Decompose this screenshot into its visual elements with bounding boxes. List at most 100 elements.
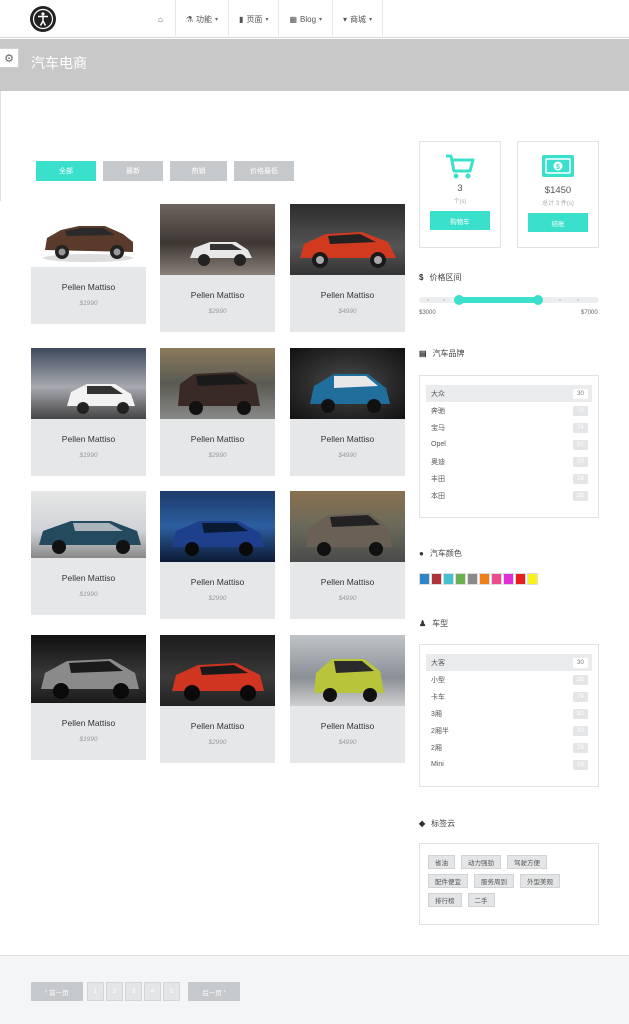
page-5-button[interactable]: 5 bbox=[163, 982, 180, 1001]
nav-blog[interactable]: ▦ Blog ▾ bbox=[278, 0, 332, 38]
nav-shop[interactable]: ▾ 商城 ▾ bbox=[332, 0, 384, 38]
product-card[interactable]: Pellen Mattiso $2990 bbox=[160, 204, 275, 332]
product-info: Pellen Mattiso $4990 bbox=[290, 706, 405, 763]
tag[interactable]: 省油 bbox=[428, 855, 455, 869]
tag[interactable]: 服务周到 bbox=[474, 874, 514, 888]
tag[interactable]: 二手 bbox=[467, 893, 495, 907]
product-card[interactable]: Pellen Mattiso $2990 bbox=[160, 348, 275, 476]
slider-tick bbox=[577, 299, 579, 301]
body-type-item[interactable]: Mini 28 bbox=[426, 756, 592, 773]
view-cart-button[interactable]: 购物车 bbox=[430, 211, 490, 230]
product-price: $1990 bbox=[79, 300, 98, 307]
body-type-item[interactable]: 2厢半 20 bbox=[426, 722, 592, 739]
slider-selected-range bbox=[458, 297, 538, 303]
color-swatch[interactable] bbox=[479, 573, 490, 585]
product-card[interactable]: Pellen Mattiso $1990 bbox=[31, 491, 146, 615]
color-swatch[interactable] bbox=[467, 573, 478, 585]
product-card[interactable]: Pellen Mattiso $4990 bbox=[290, 491, 405, 619]
brand-item[interactable]: 本田 28 bbox=[426, 487, 592, 504]
color-heading: ● 汽车颜色 bbox=[419, 548, 462, 559]
body-type-count: 82 bbox=[573, 708, 588, 719]
body-type-list: 大客 30 小型 28 卡车 74 3厢 82 2厢半 20 2厢 28 Mini 28 bbox=[419, 644, 599, 787]
tag[interactable]: 排行榜 bbox=[428, 893, 462, 907]
page-2-button[interactable]: 2 bbox=[106, 982, 123, 1001]
product-price: $4990 bbox=[338, 308, 357, 315]
prev-page-button[interactable]: ‹ 前一页 bbox=[31, 982, 83, 1001]
color-swatch[interactable] bbox=[419, 573, 430, 585]
divider bbox=[0, 91, 1, 201]
brand-label: 大众 bbox=[431, 390, 445, 398]
body-type-item[interactable]: 2厢 28 bbox=[426, 739, 592, 756]
slider-min-handle[interactable] bbox=[453, 295, 464, 305]
product-card[interactable]: Pellen Mattiso $4990 bbox=[290, 635, 405, 763]
car-photo bbox=[31, 491, 146, 558]
filter-newest-button[interactable]: 最新 bbox=[103, 161, 163, 181]
tag[interactable]: 配件便宜 bbox=[428, 874, 468, 888]
body-type-item[interactable]: 卡车 74 bbox=[426, 688, 592, 705]
cart-count-unit: 个(s) bbox=[453, 199, 467, 205]
product-card[interactable]: Pellen Mattiso $1990 bbox=[31, 204, 146, 324]
page-3-button[interactable]: 3 bbox=[125, 982, 142, 1001]
product-card[interactable]: Pellen Mattiso $1990 bbox=[31, 635, 146, 760]
color-swatch[interactable] bbox=[455, 573, 466, 585]
brand-item[interactable]: 丰田 28 bbox=[426, 470, 592, 487]
cart-total-note: 总计 3 件(s) bbox=[542, 201, 574, 207]
settings-gear-icon[interactable]: ⚙ bbox=[0, 48, 19, 68]
body-type-item[interactable]: 大客 30 bbox=[426, 654, 592, 671]
page-1-button[interactable]: 1 bbox=[87, 982, 104, 1001]
car-photo bbox=[31, 204, 146, 267]
filter-hot-button[interactable]: 热销 bbox=[170, 161, 227, 181]
color-swatch[interactable] bbox=[443, 573, 454, 585]
tag-row: 配件便宜 服务周到 外型美观 bbox=[428, 874, 590, 888]
color-swatch[interactable] bbox=[503, 573, 514, 585]
color-swatch[interactable] bbox=[491, 573, 502, 585]
body-type-label: 小型 bbox=[431, 676, 445, 684]
accessibility-logo-icon[interactable] bbox=[30, 6, 56, 32]
body-type-count: 28 bbox=[573, 674, 588, 685]
nav-home[interactable]: ⌂ bbox=[148, 0, 175, 38]
body-type-label: 卡车 bbox=[431, 693, 445, 701]
slider-max-handle[interactable] bbox=[532, 295, 543, 305]
brand-label: 丰田 bbox=[431, 475, 445, 483]
product-info: Pellen Mattiso $1990 bbox=[31, 267, 146, 324]
checkout-button[interactable]: 结账 bbox=[528, 213, 588, 232]
body-type-item[interactable]: 小型 28 bbox=[426, 671, 592, 688]
color-swatch[interactable] bbox=[431, 573, 442, 585]
nav-features[interactable]: ⚗ 功能 ▾ bbox=[174, 0, 228, 38]
brand-item[interactable]: 奔驰 70 bbox=[426, 402, 592, 419]
tag[interactable]: 动力强劲 bbox=[461, 855, 501, 869]
brand-item[interactable]: Opel 82 bbox=[426, 436, 592, 453]
next-page-button[interactable]: 后一页 › bbox=[188, 982, 240, 1001]
product-price: $2990 bbox=[208, 739, 227, 746]
body-type-label: 2厢半 bbox=[431, 727, 449, 735]
page-4-button[interactable]: 4 bbox=[144, 982, 161, 1001]
color-swatch[interactable] bbox=[527, 573, 538, 585]
price-range-slider[interactable] bbox=[419, 295, 599, 305]
brand-count: 20 bbox=[573, 456, 588, 467]
product-name: Pellen Mattiso bbox=[61, 282, 116, 292]
tag[interactable]: 驾驶方便 bbox=[507, 855, 547, 869]
body-type-count: 28 bbox=[573, 759, 588, 770]
color-swatches bbox=[419, 573, 538, 585]
color-swatch[interactable] bbox=[515, 573, 526, 585]
nav-pages[interactable]: ▮ 页面 ▾ bbox=[228, 0, 278, 38]
product-info: Pellen Mattiso $4990 bbox=[290, 419, 405, 476]
filter-lowest-price-button[interactable]: 价格最低 bbox=[234, 161, 294, 181]
product-card[interactable]: Pellen Mattiso $4990 bbox=[290, 204, 405, 332]
brand-item[interactable]: 宝马 74 bbox=[426, 419, 592, 436]
main-menu: ⌂ ⚗ 功能 ▾ ▮ 页面 ▾ ▦ Blog ▾ ▾ 商城 ▾ bbox=[148, 0, 384, 38]
product-card[interactable]: Pellen Mattiso $1990 bbox=[31, 348, 146, 476]
price-range-heading: $ 价格区间 bbox=[419, 272, 461, 283]
tag[interactable]: 外型美观 bbox=[520, 874, 560, 888]
nav-label: 商城 bbox=[350, 14, 367, 24]
body-type-item[interactable]: 3厢 82 bbox=[426, 705, 592, 722]
home-icon: ⌂ bbox=[158, 14, 163, 24]
brand-item[interactable]: 大众 30 bbox=[426, 385, 592, 402]
product-card[interactable]: Pellen Mattiso $2990 bbox=[160, 491, 275, 619]
product-card[interactable]: Pellen Mattiso $4990 bbox=[290, 348, 405, 476]
slider-tick bbox=[443, 299, 445, 301]
product-card[interactable]: Pellen Mattiso $2990 bbox=[160, 635, 275, 763]
slider-tick bbox=[427, 299, 429, 301]
filter-all-button[interactable]: 全部 bbox=[36, 161, 96, 181]
brand-item[interactable]: 奥迪 20 bbox=[426, 453, 592, 470]
